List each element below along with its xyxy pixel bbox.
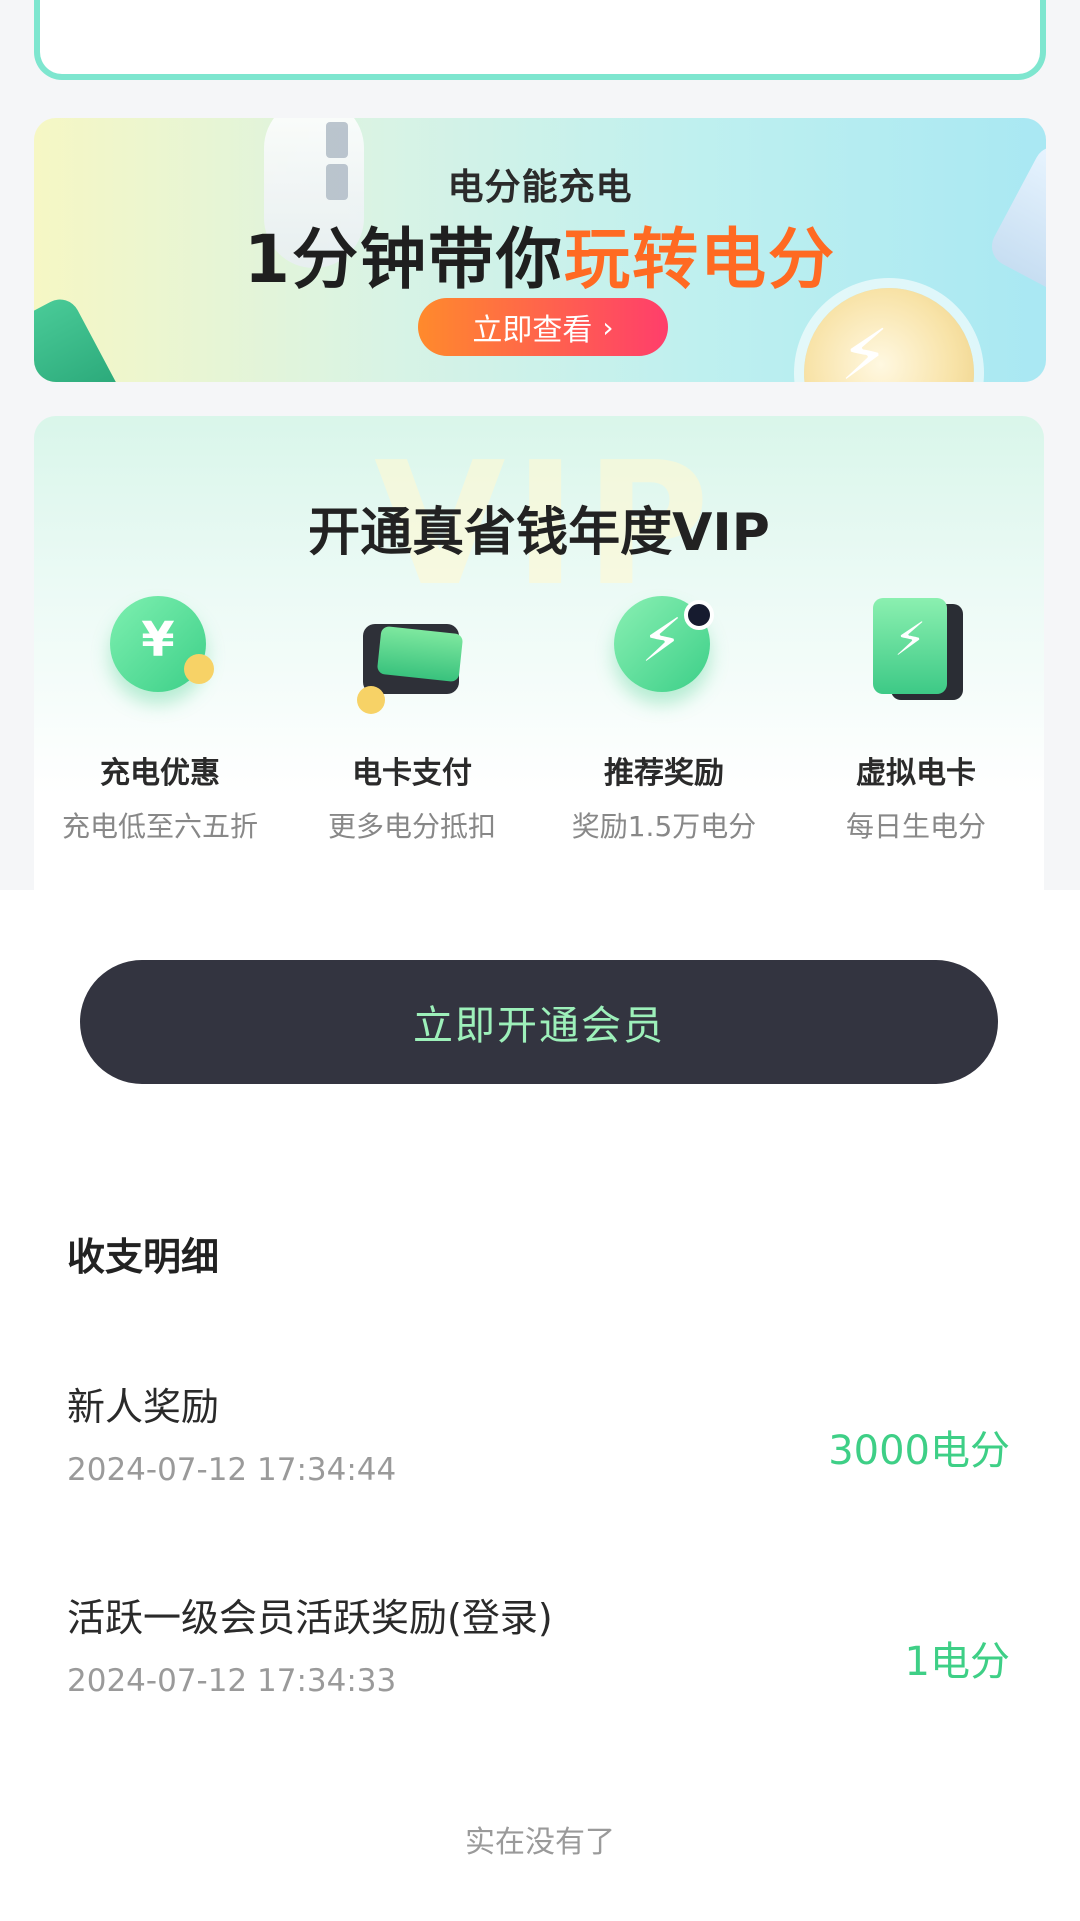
transaction-amount: 3000电分 bbox=[828, 1428, 1010, 1474]
headline-prefix: 1分钟带你 bbox=[244, 221, 564, 298]
bolt-coin-decoration: ⚡ bbox=[804, 288, 974, 382]
benefit-card-payment[interactable]: 电卡支付 更多电分抵扣 bbox=[286, 596, 538, 850]
benefit-desc: 充电低至六五折 bbox=[61, 810, 258, 843]
transaction-title: 活跃一级会员活跃奖励(登录) bbox=[67, 1596, 553, 1640]
benefit-referral-reward[interactable]: ⚡ 推荐奖励 奖励1.5万电分 bbox=[538, 596, 790, 850]
bolt-icon: ⚡ bbox=[840, 314, 890, 382]
end-of-list-note: 实在没有了 bbox=[465, 1825, 615, 1860]
view-now-label: 立即查看 bbox=[472, 313, 593, 348]
chevron-right-icon: › bbox=[602, 310, 614, 344]
vip-title: 开通真省钱年度VIP bbox=[308, 503, 770, 563]
bolt-coin-icon: ⚡ bbox=[614, 596, 714, 692]
benefit-charge-discount[interactable]: ¥ 充电优惠 充电低至六五折 bbox=[34, 596, 286, 850]
yen-coin-icon: ¥ bbox=[110, 596, 214, 692]
view-now-button[interactable]: 立即查看 › bbox=[418, 298, 668, 356]
banner-subtitle: 电分能充电 bbox=[447, 167, 633, 208]
transaction-row[interactable]: 活跃一级会员活跃奖励(登录) 2024-07-12 17:34:33 1电分 bbox=[0, 1587, 1080, 1737]
benefit-desc: 每日生电分 bbox=[845, 810, 986, 843]
bottom-sheet: 立即开通会员 收支明细 新人奖励 2024-07-12 17:34:44 300… bbox=[0, 890, 1080, 1921]
benefit-virtual-card[interactable]: ⚡ 虚拟电卡 每日生电分 bbox=[790, 596, 1042, 850]
vip-benefits: ¥ 充电优惠 充电低至六五折 电卡支付 更多电分抵扣 ⚡ 推荐奖励 奖励1.5万… bbox=[34, 596, 1044, 896]
benefit-name: 充电优惠 bbox=[100, 756, 220, 791]
transaction-time: 2024-07-12 17:34:44 bbox=[67, 1452, 397, 1488]
previous-card-bottom bbox=[34, 0, 1046, 80]
banner-headline: 1分钟带你玩转电分 bbox=[34, 206, 1046, 302]
points-guide-banner[interactable]: ⚡ 电分能充电 1分钟带你玩转电分 立即查看 › bbox=[34, 118, 1046, 382]
headline-accent: 玩转电分 bbox=[563, 221, 836, 298]
benefit-name: 电卡支付 bbox=[352, 756, 472, 791]
transactions-title: 收支明细 bbox=[67, 1235, 220, 1279]
transaction-title: 新人奖励 bbox=[67, 1385, 220, 1429]
transaction-row[interactable]: 新人奖励 2024-07-12 17:34:44 3000电分 bbox=[0, 1376, 1080, 1526]
benefit-name: 虚拟电卡 bbox=[856, 756, 976, 791]
transaction-time: 2024-07-12 17:34:33 bbox=[67, 1663, 397, 1699]
benefit-desc: 奖励1.5万电分 bbox=[571, 810, 757, 843]
charge-card-icon: ⚡ bbox=[861, 596, 971, 706]
vip-promo-card: VIP 开通真省钱年度VIP ¥ 充电优惠 充电低至六五折 电卡支付 更多电分抵… bbox=[34, 416, 1044, 890]
join-membership-button[interactable]: 立即开通会员 bbox=[80, 960, 998, 1084]
battery-decoration bbox=[34, 292, 130, 382]
benefit-name: 推荐奖励 bbox=[604, 756, 724, 791]
benefit-desc: 更多电分抵扣 bbox=[327, 810, 496, 843]
transaction-amount: 1电分 bbox=[904, 1639, 1010, 1685]
wallet-icon bbox=[357, 596, 467, 714]
